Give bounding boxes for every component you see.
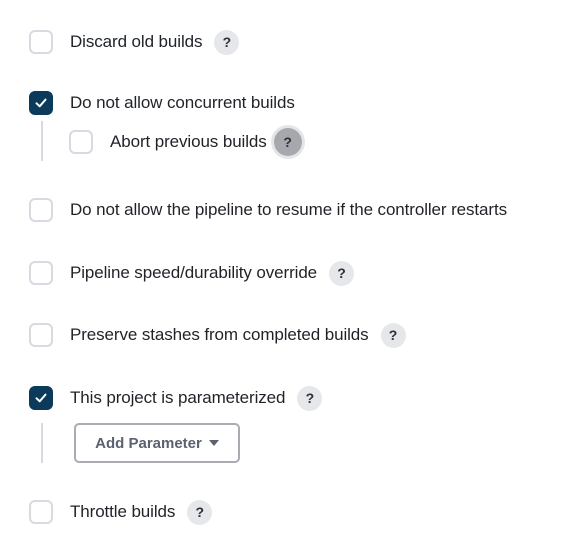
add-parameter-button[interactable]: Add Parameter (74, 423, 240, 463)
nested-indent-line (41, 121, 43, 161)
checkbox-throttle-builds[interactable] (29, 500, 53, 524)
option-abort-previous-builds[interactable]: Abort previous builds ? (69, 128, 302, 156)
help-icon[interactable]: ? (329, 260, 355, 286)
option-preserve-stashes[interactable]: Preserve stashes from completed builds ? (29, 321, 406, 349)
option-label[interactable]: Preserve stashes from completed builds (70, 325, 369, 345)
checkbox-discard-old-builds[interactable] (29, 30, 53, 54)
option-label[interactable]: This project is parameterized (70, 388, 285, 408)
help-icon[interactable]: ? (380, 322, 406, 348)
caret-down-icon (208, 440, 219, 446)
nested-indent-line (41, 423, 43, 463)
checkbox-abort-previous-builds[interactable] (69, 130, 93, 154)
option-label[interactable]: Throttle builds (70, 502, 175, 522)
option-label[interactable]: Pipeline speed/durability override (70, 263, 317, 283)
checkbox-no-resume-on-restart[interactable] (29, 198, 53, 222)
help-icon[interactable]: ? (297, 385, 323, 411)
option-label[interactable]: Do not allow concurrent builds (70, 93, 295, 113)
help-icon[interactable]: ? (187, 499, 213, 525)
checkmark-icon (35, 393, 47, 403)
checkbox-no-concurrent-builds[interactable] (29, 91, 53, 115)
option-no-resume-on-restart[interactable]: Do not allow the pipeline to resume if t… (29, 196, 507, 224)
help-icon[interactable]: ? (214, 29, 240, 55)
add-parameter-label: Add Parameter (95, 434, 202, 452)
option-label[interactable]: Abort previous builds (110, 132, 267, 152)
checkbox-preserve-stashes[interactable] (29, 323, 53, 347)
checkbox-durability-override[interactable] (29, 261, 53, 285)
option-no-concurrent-builds[interactable]: Do not allow concurrent builds (29, 89, 295, 117)
help-icon[interactable]: ? (273, 128, 302, 156)
checkmark-icon (35, 98, 47, 108)
checkbox-parameterized[interactable] (29, 386, 53, 410)
option-discard-old-builds[interactable]: Discard old builds ? (29, 28, 240, 56)
option-label[interactable]: Discard old builds (70, 32, 202, 52)
option-parameterized[interactable]: This project is parameterized ? (29, 384, 323, 412)
option-label[interactable]: Do not allow the pipeline to resume if t… (70, 200, 507, 220)
option-throttle-builds[interactable]: Throttle builds ? (29, 498, 213, 526)
option-durability-override[interactable]: Pipeline speed/durability override ? (29, 259, 355, 287)
